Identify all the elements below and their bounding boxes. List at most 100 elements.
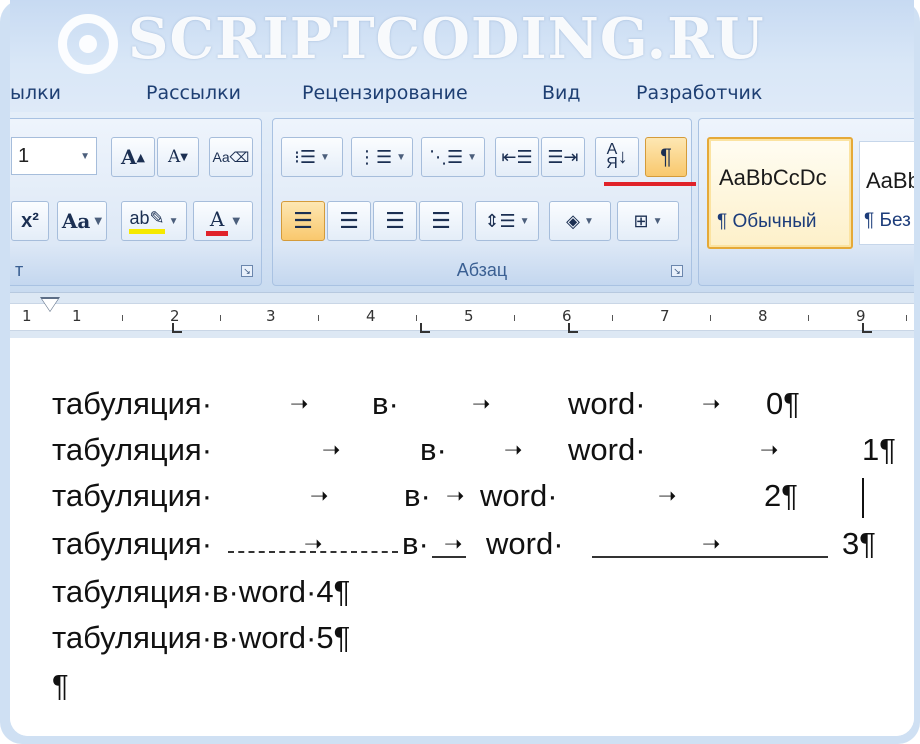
- left-tab-stop-icon[interactable]: [862, 323, 872, 333]
- increase-indent-button[interactable]: ☰⇥: [541, 137, 585, 177]
- tab-developer[interactable]: Разработчик: [636, 82, 762, 104]
- paint-bucket-icon: ◈: [566, 210, 580, 231]
- font-size-combo[interactable]: 1 ▼: [11, 137, 97, 175]
- superscript-icon: x²: [21, 209, 39, 232]
- tab-arrow-icon: ➝: [760, 437, 779, 462]
- line-spacing-button[interactable]: ⇕☰ ▼: [475, 201, 539, 241]
- bullets-button[interactable]: ⁝☰ ▼: [281, 137, 343, 177]
- line-text: в·: [402, 526, 429, 561]
- line-text: word·: [480, 478, 558, 513]
- decrease-indent-icon: ⇤☰: [501, 146, 533, 167]
- multilevel-list-button[interactable]: ⋱☰ ▼: [421, 137, 485, 177]
- line-text: в·: [420, 432, 447, 467]
- chevron-down-icon: ▼: [80, 150, 90, 162]
- paragraph-dialog-launcher-icon[interactable]: ↘: [671, 265, 683, 277]
- tab-arrow-icon: ➝: [658, 483, 677, 508]
- align-center-icon: ☰: [339, 208, 359, 233]
- watermark-logo-dot-icon: [79, 35, 97, 53]
- left-tab-stop-icon[interactable]: [420, 323, 430, 333]
- line-text: 3¶: [842, 526, 876, 561]
- horizontal-ruler[interactable]: 1 1 2 3 4 5 6 7 8 9: [10, 292, 914, 338]
- ruler-tick: [808, 315, 809, 321]
- line-text: в·: [404, 478, 431, 513]
- font-color-button[interactable]: A ▼: [193, 201, 253, 241]
- chevron-down-icon: ▼: [319, 151, 330, 163]
- tab-arrow-icon: ➝: [472, 391, 491, 416]
- shading-button[interactable]: ◈ ▼: [549, 201, 611, 241]
- change-case-button[interactable]: Aa ▼: [57, 201, 107, 241]
- document-line: табуляция· ➝ в· ➝ word· ➝ 3¶: [52, 526, 902, 566]
- clear-formatting-button[interactable]: Aa⌫: [209, 137, 253, 177]
- sort-button[interactable]: А Я ↓: [595, 137, 639, 177]
- numbering-button[interactable]: ⋮☰ ▼: [351, 137, 413, 177]
- document-line: табуляция·в·word·4¶: [52, 574, 351, 609]
- highlight-color-button[interactable]: ab✎ ▼: [121, 201, 187, 241]
- multilevel-list-icon: ⋱☰: [428, 146, 464, 167]
- font-group: 1 ▼ A ▲ A ▼ Aa⌫ x² Aa ▼ ab✎ ▼ A ▼ т ↘: [10, 118, 262, 286]
- justify-button[interactable]: ☰: [419, 201, 463, 241]
- chevron-down-icon: ▼: [519, 215, 530, 227]
- ruler-number: 7: [660, 307, 670, 325]
- highlight-underline: [604, 182, 696, 186]
- grow-font-button[interactable]: A ▲: [111, 137, 155, 177]
- line-text: табуляция·: [52, 478, 213, 513]
- chevron-down-icon: ▼: [232, 215, 241, 227]
- chevron-down-icon: ▼: [396, 151, 407, 163]
- chevron-down-icon: ▼: [467, 151, 478, 163]
- line-text: word·: [486, 526, 564, 561]
- document-line: табуляция· ➝ в· ➝ word· ➝ 0¶: [52, 386, 892, 426]
- bullet-list-icon: ⁝☰: [294, 146, 316, 167]
- tab-review[interactable]: Рецензирование: [302, 82, 468, 104]
- style-no-spacing-button[interactable]: AaBb ¶ Без: [859, 141, 914, 245]
- align-right-button[interactable]: ☰: [373, 201, 417, 241]
- ruler-tick: [710, 315, 711, 321]
- ruler-tick: [318, 315, 319, 321]
- decrease-indent-button[interactable]: ⇤☰: [495, 137, 539, 177]
- paragraph-group: ⁝☰ ▼ ⋮☰ ▼ ⋱☰ ▼ ⇤☰ ☰⇥ А Я ↓ ¶ ☰ ☰ ☰ ☰ ⇕☰ …: [272, 118, 692, 286]
- tab-arrow-icon: ➝: [702, 531, 721, 556]
- align-left-button[interactable]: ☰: [281, 201, 325, 241]
- numbered-list-icon: ⋮☰: [357, 146, 393, 167]
- tab-arrow-icon: ➝: [310, 483, 329, 508]
- style-normal-button[interactable]: AaBbCcDc ¶ Обычный: [707, 137, 853, 249]
- font-size-value: 1: [18, 144, 30, 167]
- left-tab-stop-icon[interactable]: [172, 323, 182, 333]
- watermark-text: SCRIPTCODING.RU: [128, 6, 765, 72]
- screenshot-frame: SCRIPTCODING.RU ылки Рассылки Рецензиров…: [0, 0, 920, 744]
- borders-button[interactable]: ⊞ ▼: [617, 201, 679, 241]
- document-body[interactable]: табуляция· ➝ в· ➝ word· ➝ 0¶ табуляция· …: [10, 338, 914, 736]
- tab-arrow-icon: ➝: [702, 391, 721, 416]
- highlighter-icon: ab✎: [129, 208, 165, 234]
- tab-arrow-icon: ➝: [444, 531, 463, 556]
- tab-arrow-icon: ➝: [290, 391, 309, 416]
- align-left-icon: ☰: [293, 208, 313, 233]
- shrink-font-button[interactable]: A ▼: [157, 137, 199, 177]
- style-normal-sample: AaBbCcDc: [719, 165, 827, 190]
- increase-indent-icon: ☰⇥: [547, 146, 579, 167]
- line-spacing-icon: ⇕☰: [484, 210, 516, 231]
- left-tab-stop-icon[interactable]: [568, 323, 578, 333]
- font-dialog-launcher-icon[interactable]: ↘: [241, 265, 253, 277]
- superscript-button[interactable]: x²: [11, 201, 49, 241]
- show-formatting-marks-button[interactable]: ¶: [645, 137, 687, 177]
- tab-mailings-partial[interactable]: ылки: [10, 82, 61, 104]
- chevron-down-icon: ▼: [652, 215, 663, 227]
- ruler-number: 1: [22, 307, 32, 325]
- text-cursor: [862, 478, 864, 518]
- tab-arrow-icon: ➝: [304, 531, 323, 556]
- tab-arrow-icon: ➝: [504, 437, 523, 462]
- tab-view[interactable]: Вид: [542, 82, 581, 104]
- style-normal-name: ¶ Обычный: [717, 211, 817, 232]
- ruler-tick: [514, 315, 515, 321]
- line-text: 1¶: [862, 432, 896, 467]
- word-window: SCRIPTCODING.RU ылки Рассылки Рецензиров…: [10, 0, 914, 736]
- ribbon-tab-bar: SCRIPTCODING.RU ылки Рассылки Рецензиров…: [10, 0, 914, 118]
- style-no-spacing-sample: AaBb: [866, 168, 914, 193]
- document-line: ¶: [52, 668, 69, 703]
- chevron-down-icon: ▼: [583, 215, 594, 227]
- borders-icon: ⊞: [633, 210, 649, 231]
- tab-rassylki[interactable]: Рассылки: [146, 82, 241, 104]
- ruler-tick: [612, 315, 613, 321]
- align-center-button[interactable]: ☰: [327, 201, 371, 241]
- ruler-number: 8: [758, 307, 768, 325]
